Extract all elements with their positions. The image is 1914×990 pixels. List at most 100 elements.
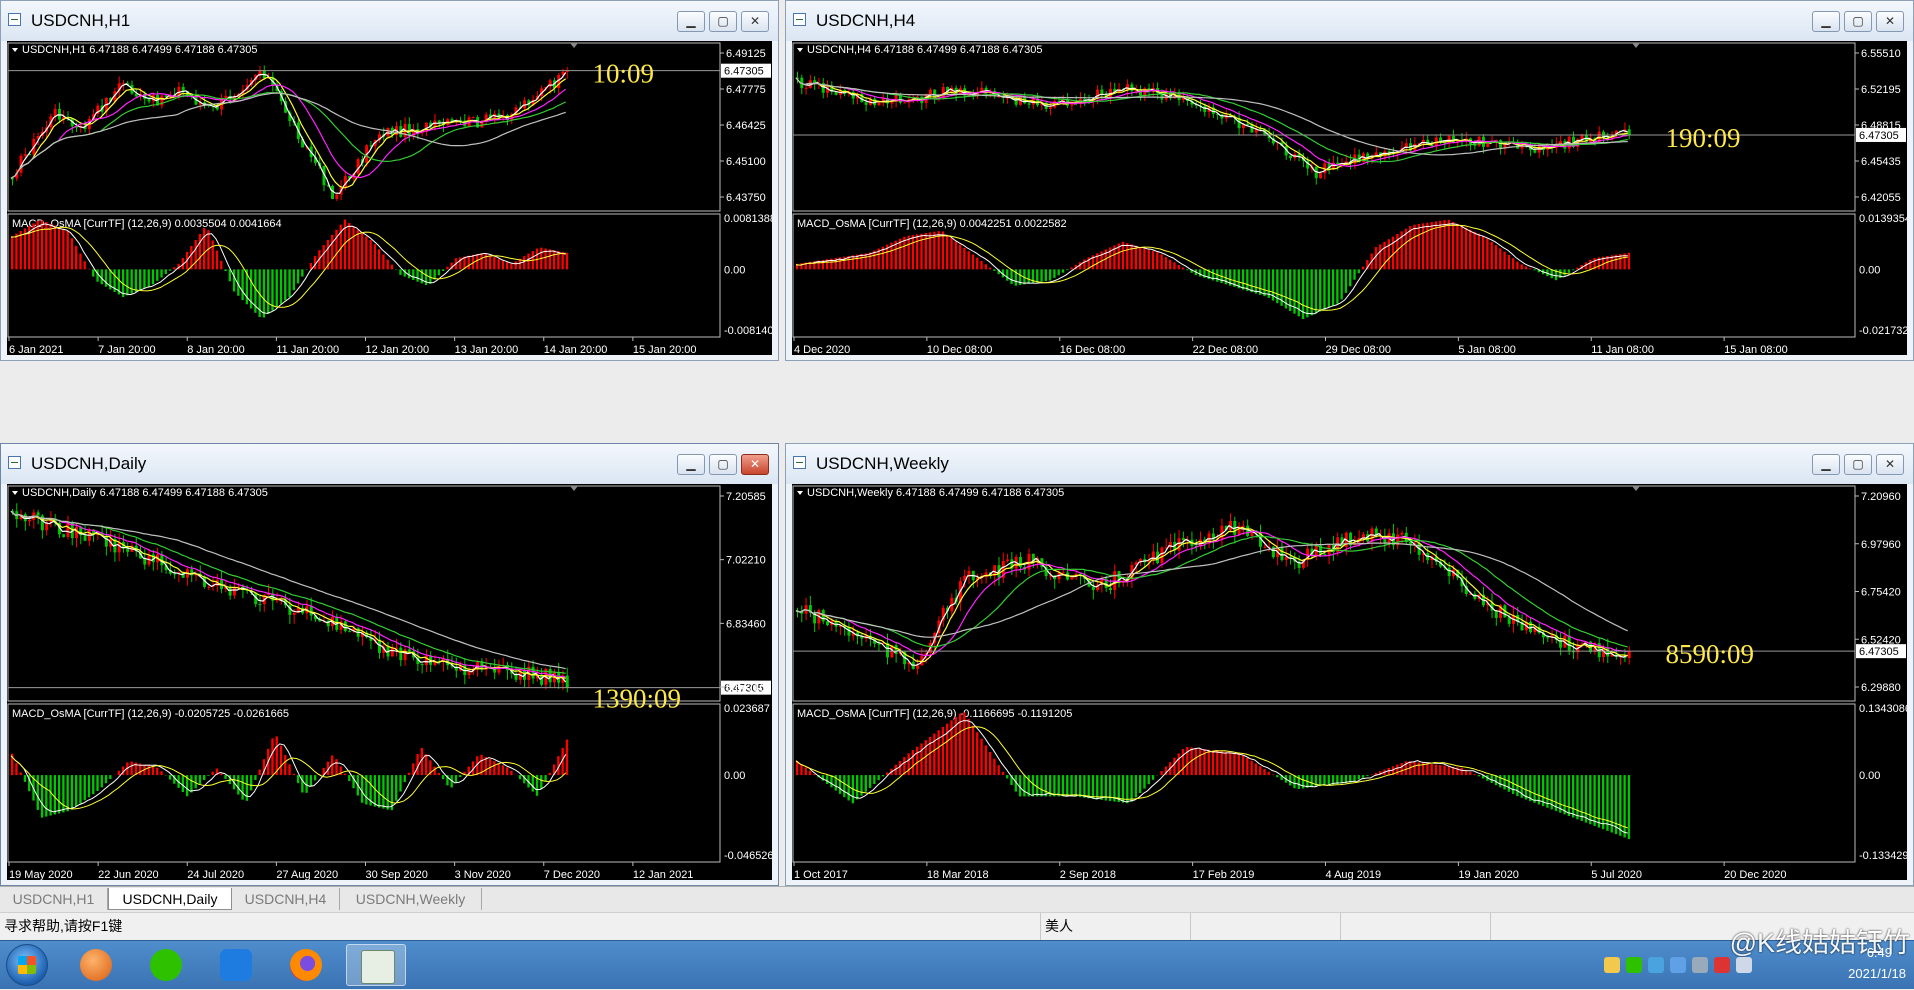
macd-histogram-bar xyxy=(361,775,363,803)
macd-histogram-bar xyxy=(387,775,389,810)
tray-chat-icon[interactable] xyxy=(1648,957,1664,973)
dropdown-triangle-icon[interactable] xyxy=(797,48,803,52)
price-chart[interactable]: 6.47305USDCNH,Daily 6.47188 6.47499 6.47… xyxy=(7,484,772,880)
macd-histogram-bar xyxy=(1396,765,1398,775)
macd-histogram-bar xyxy=(152,269,154,284)
macd-histogram-bar xyxy=(1178,265,1180,269)
tray-shield-icon[interactable] xyxy=(1604,957,1620,973)
minimize-button[interactable]: ▁ xyxy=(677,11,705,32)
macd-histogram-bar xyxy=(1452,222,1454,270)
taskbar-app-wechat[interactable] xyxy=(136,944,196,986)
chart-shift-marker-icon[interactable] xyxy=(570,486,578,491)
start-button[interactable] xyxy=(6,944,48,986)
chart-shift-marker-icon[interactable] xyxy=(1632,486,1640,491)
macd-histogram-bar xyxy=(237,775,239,794)
macd-histogram-bar xyxy=(1469,230,1471,270)
chart-area[interactable]: 6.47305USDCNH,H1 6.47188 6.47499 6.47188… xyxy=(7,41,772,355)
macd-histogram-bar xyxy=(1045,775,1047,796)
tray-security-icon[interactable] xyxy=(1670,957,1686,973)
close-button[interactable]: ✕ xyxy=(741,11,769,32)
macd-header: MACD_OsMA [CurrTF] (12,26,9) -0.0205725 … xyxy=(12,708,289,720)
clock-time[interactable]: 6:49 xyxy=(1867,945,1892,960)
tray-volume-muted-icon[interactable] xyxy=(1714,957,1730,973)
macd-histogram-bar xyxy=(1002,772,1004,775)
taskbar-app-firefox[interactable] xyxy=(276,944,336,986)
minimize-button[interactable]: ▁ xyxy=(1812,454,1840,475)
date-tick-label: 19 May 2020 xyxy=(9,869,73,880)
maximize-button[interactable]: ▢ xyxy=(709,11,737,32)
macd-histogram-bar xyxy=(1370,775,1372,776)
dropdown-triangle-icon[interactable] xyxy=(12,48,18,52)
candle-body xyxy=(391,648,394,656)
macd-histogram-bar xyxy=(976,732,978,775)
tray-network-icon[interactable] xyxy=(1736,957,1752,973)
taskbar-app-notes[interactable] xyxy=(206,944,266,986)
chart-area[interactable]: 6.47305USDCNH,Weekly 6.47188 6.47499 6.4… xyxy=(792,484,1907,880)
tab-usdcnh-weekly[interactable]: USDCNH,Weekly xyxy=(340,888,482,910)
candle-body xyxy=(182,87,185,91)
macd-histogram-bar xyxy=(1495,245,1497,269)
macd-histogram-bar xyxy=(502,765,504,775)
title-bar[interactable]: USDCNH,H1 ▁ ▢ ✕ xyxy=(1,1,778,41)
chart-window-daily[interactable]: USDCNH,Daily ▁ ▢ ✕ 6.47305USDCNH,Daily 6… xyxy=(0,443,779,886)
macd-histogram-bar xyxy=(972,254,974,269)
dropdown-triangle-icon[interactable] xyxy=(797,491,803,495)
close-button[interactable]: ✕ xyxy=(741,454,769,475)
title-bar[interactable]: USDCNH,Weekly ▁ ▢ ✕ xyxy=(786,444,1913,484)
candle-body xyxy=(408,124,411,136)
macd-histogram-bar xyxy=(916,234,918,269)
macd-histogram-bar xyxy=(301,269,303,276)
chart-shift-marker-icon[interactable] xyxy=(1632,43,1640,48)
taskbar-app-mt4[interactable] xyxy=(346,944,406,986)
price-chart[interactable]: 6.47305USDCNH,H1 6.47188 6.47499 6.47188… xyxy=(7,41,772,355)
chart-window-weekly[interactable]: USDCNH,Weekly ▁ ▢ ✕ 6.47305USDCNH,Weekly… xyxy=(785,443,1914,886)
price-tick-label: 6.75420 xyxy=(1861,587,1901,599)
chart-window-h1[interactable]: USDCNH,H1 ▁ ▢ ✕ 6.47305USDCNH,H1 6.47188… xyxy=(0,0,779,361)
macd-histogram-bar xyxy=(1426,223,1428,270)
close-button[interactable]: ✕ xyxy=(1876,11,1904,32)
macd-histogram-bar xyxy=(374,244,376,269)
tray-flag-icon[interactable] xyxy=(1692,957,1708,973)
maximize-button[interactable]: ▢ xyxy=(1844,454,1872,475)
close-button[interactable]: ✕ xyxy=(1876,454,1904,475)
tab-usdcnh-daily[interactable]: USDCNH,Daily xyxy=(108,888,232,910)
tab-usdcnh-h4[interactable]: USDCNH,H4 xyxy=(232,888,340,910)
macd-histogram-bar xyxy=(480,253,482,269)
moving-average-line xyxy=(796,78,1628,173)
candle-body xyxy=(233,588,236,596)
price-chart[interactable]: 6.47305USDCNH,Weekly 6.47188 6.47499 6.4… xyxy=(792,484,1907,880)
clock-date[interactable]: 2021/1/18 xyxy=(1848,966,1906,981)
macd-histogram-bar xyxy=(1628,253,1630,270)
macd-histogram-bar xyxy=(800,764,802,775)
chart-window-h4[interactable]: USDCNH,H4 ▁ ▢ ✕ 6.47305USDCNH,H4 6.47188… xyxy=(785,0,1914,361)
tab-usdcnh-h1[interactable]: USDCNH,H1 xyxy=(0,888,108,910)
macd-histogram-bar xyxy=(1075,775,1077,797)
date-tick-label: 6 Jan 2021 xyxy=(9,344,63,355)
macd-histogram-bar xyxy=(41,220,43,269)
dropdown-triangle-icon[interactable] xyxy=(12,491,18,495)
maximize-button[interactable]: ▢ xyxy=(709,454,737,475)
macd-histogram-bar xyxy=(37,221,39,270)
moving-average-line xyxy=(796,78,1628,167)
symbol-header: USDCNH,Daily 6.47188 6.47499 6.47188 6.4… xyxy=(22,487,268,499)
chart-area[interactable]: 6.47305USDCNH,Daily 6.47188 6.47499 6.47… xyxy=(7,484,772,880)
macd-histogram-bar xyxy=(1242,755,1244,775)
moving-average-line xyxy=(796,543,1628,637)
macd-tick-label: 0.00 xyxy=(1859,264,1880,276)
minimize-button[interactable]: ▁ xyxy=(1812,11,1840,32)
tray-wechat-icon[interactable] xyxy=(1626,957,1642,973)
title-bar[interactable]: USDCNH,Daily ▁ ▢ ✕ xyxy=(1,444,778,484)
chart-area[interactable]: 6.47305USDCNH,H4 6.47188 6.47499 6.47188… xyxy=(792,41,1907,355)
chart-shift-marker-icon[interactable] xyxy=(570,43,578,48)
date-tick-label: 20 Dec 2020 xyxy=(1724,869,1786,880)
candle-body xyxy=(549,80,552,86)
macd-histogram-bar xyxy=(323,245,325,269)
macd-histogram-bar xyxy=(130,269,132,293)
price-chart[interactable]: 6.47305USDCNH,H4 6.47188 6.47499 6.47188… xyxy=(792,41,1907,355)
macd-histogram-bar xyxy=(1388,768,1390,775)
minimize-button[interactable]: ▁ xyxy=(677,454,705,475)
taskbar-app-browser[interactable] xyxy=(66,944,126,986)
title-bar[interactable]: USDCNH,H4 ▁ ▢ ✕ xyxy=(786,1,1913,41)
macd-histogram-bar xyxy=(980,261,982,269)
maximize-button[interactable]: ▢ xyxy=(1844,11,1872,32)
